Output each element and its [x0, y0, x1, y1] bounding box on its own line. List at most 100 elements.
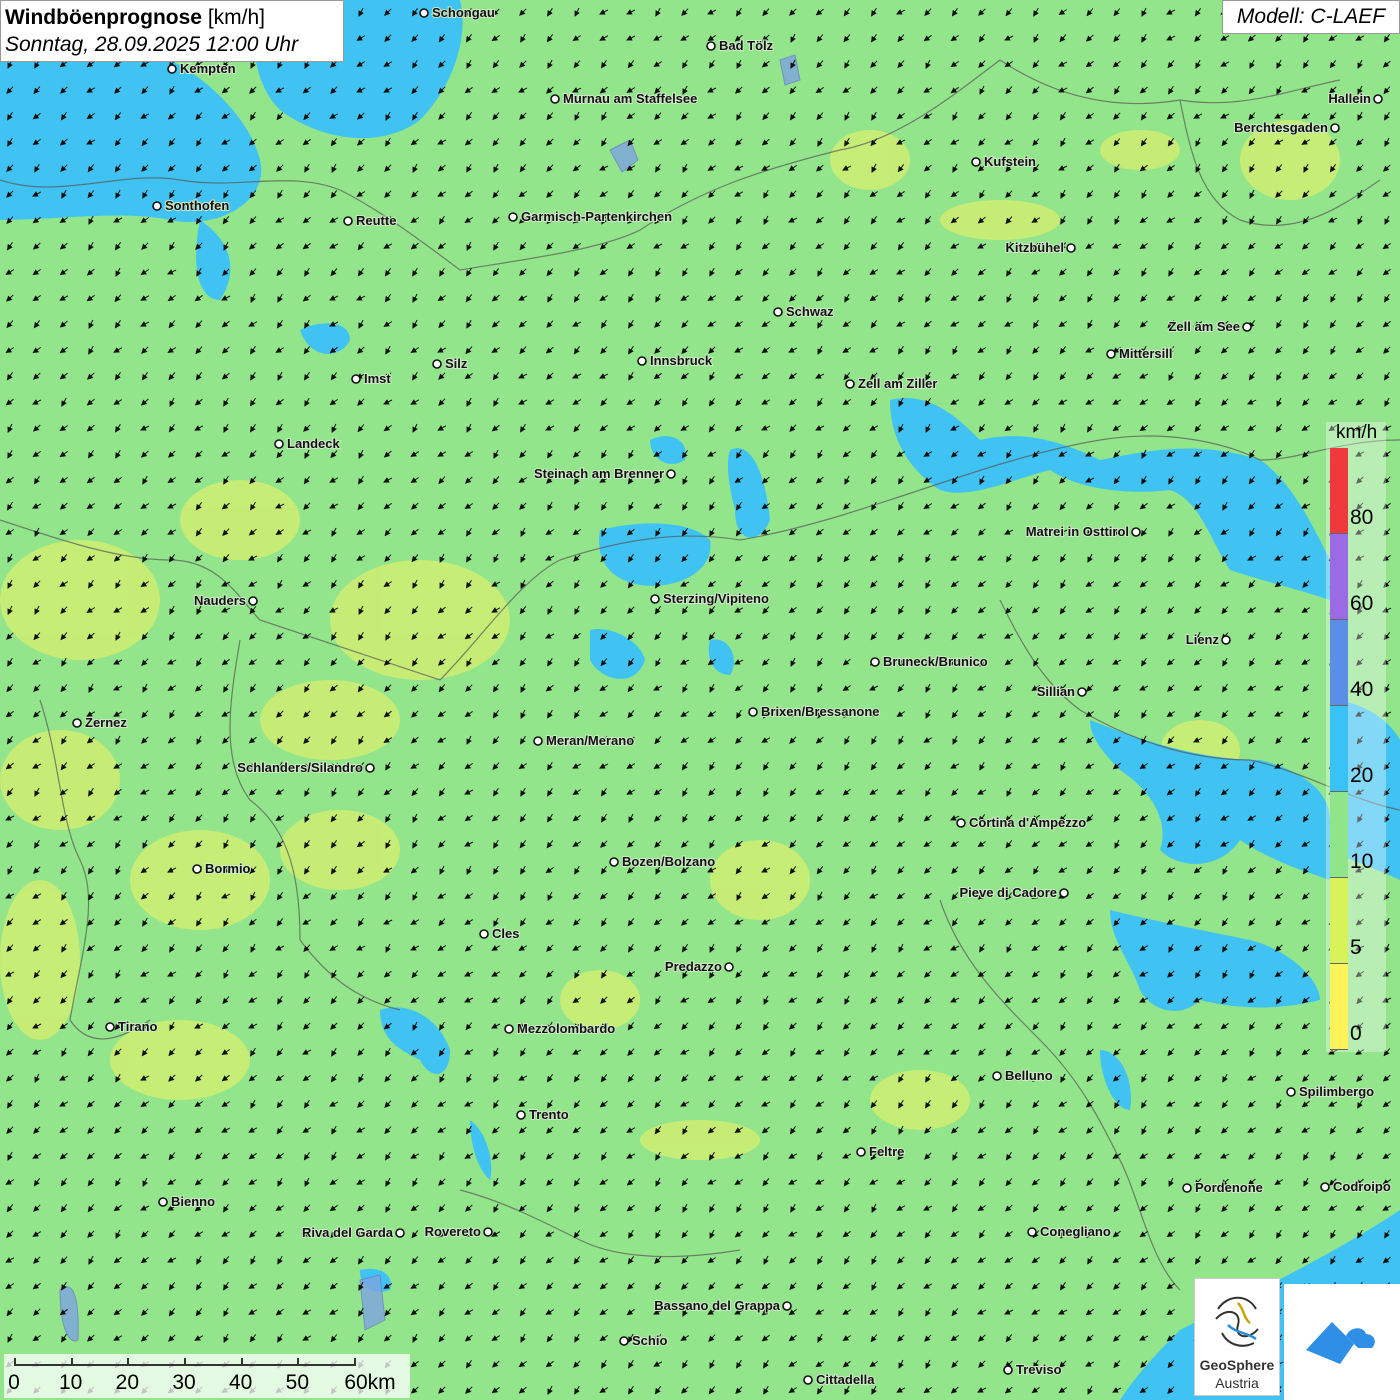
- city-marker: Zell am See: [1167, 318, 1252, 335]
- geosphere-country: Austria: [1215, 1375, 1259, 1391]
- city-dot: [351, 374, 361, 384]
- city-dot: [158, 1197, 168, 1207]
- city-label: Bienno: [171, 1194, 215, 1209]
- city-marker: Riva del Garda: [301, 1224, 405, 1241]
- city-dot: [782, 1301, 792, 1311]
- city-label: Landeck: [287, 436, 341, 451]
- city-label: Murnau am Staffelsee: [563, 91, 697, 106]
- city-label: Imst: [364, 371, 391, 386]
- city-marker: Schongau: [419, 4, 496, 21]
- city-dot: [1221, 635, 1231, 645]
- city-label: Cortina d'Ampezzo: [969, 815, 1086, 830]
- city-label: Kempten: [180, 61, 236, 76]
- city-label: Hallein: [1328, 91, 1371, 106]
- city-dot: [706, 41, 716, 51]
- geosphere-logo-icon: [1215, 1296, 1259, 1347]
- city-dot: [274, 439, 284, 449]
- city-dot: [72, 718, 82, 728]
- legend-unit: km/h: [1336, 422, 1378, 443]
- city-label: Kufstein: [984, 154, 1036, 169]
- scale-label: 30: [172, 1371, 196, 1394]
- city-marker: Meran/Merano: [533, 732, 635, 749]
- legend-tick-label: 20: [1350, 764, 1374, 787]
- legend-tick-label: 60: [1350, 592, 1374, 615]
- city-label: Garmisch-Partenkirchen: [521, 209, 672, 224]
- scale-label: 40: [228, 1371, 253, 1394]
- city-dot: [343, 216, 353, 226]
- city-marker: Cortina d'Ampezzo: [956, 814, 1087, 831]
- city-dot: [248, 596, 258, 606]
- legend-color-segment: [1330, 964, 1348, 1050]
- city-label: Cittadella: [816, 1372, 875, 1387]
- wind-gust-map[interactable]: Schongau Bad Tölz Kempten Murnau am Staffel…: [0, 0, 1400, 1400]
- city-dot: [724, 962, 734, 972]
- model-label: Modell: C-LAEF: [1222, 0, 1400, 34]
- city-label: Predazzo: [665, 959, 722, 974]
- city-label: Berchtesgaden: [1234, 120, 1328, 135]
- city-dot: [1242, 322, 1252, 332]
- city-dot: [479, 929, 489, 939]
- city-label: Belluno: [1005, 1068, 1053, 1083]
- city-marker: Bassano del Grappa: [653, 1297, 792, 1314]
- scale-label: 50: [285, 1371, 310, 1394]
- city-marker: Pordenone: [1182, 1179, 1264, 1196]
- city-label: Mezzolombardo: [517, 1021, 615, 1036]
- city-dot: [650, 594, 660, 604]
- legend-color-segment: [1330, 620, 1348, 706]
- city-label: Sillian: [1037, 684, 1075, 699]
- city-marker: Sterzing/Vipiteno: [650, 590, 770, 607]
- city-label: Nauders: [194, 593, 246, 608]
- city-label: Silz: [445, 356, 468, 371]
- city-dot: [365, 763, 375, 773]
- city-dot: [992, 1071, 1002, 1081]
- city-label: Bassano del Grappa: [654, 1298, 780, 1313]
- scale-tick: [127, 1358, 130, 1366]
- city-label: Treviso: [1016, 1362, 1062, 1377]
- city-label: Codroipo: [1333, 1179, 1391, 1194]
- geosphere-name: GeoSphere: [1199, 1357, 1275, 1373]
- city-dot: [550, 94, 560, 104]
- city-label: Zernez: [85, 715, 127, 730]
- city-dot: [1059, 888, 1069, 898]
- city-marker: Berchtesgaden: [1233, 119, 1340, 136]
- legend-color-segment: [1330, 534, 1348, 620]
- city-label: Mittersill: [1119, 346, 1172, 361]
- scale-label: 60km: [344, 1371, 396, 1394]
- legend-tick-label: 0: [1350, 1022, 1362, 1045]
- city-label: Zell am See: [1168, 319, 1240, 334]
- city-dot: [1131, 527, 1141, 537]
- legend-color-segment: [1330, 792, 1348, 878]
- legend-tick-label: 80: [1350, 506, 1374, 529]
- scale-label: 10: [58, 1371, 83, 1394]
- city-label: Cles: [492, 926, 519, 941]
- city-label: Matrei in Osttirol: [1026, 524, 1129, 539]
- mountain-cloud-icon: [1306, 1322, 1375, 1364]
- city-dot: [1003, 1365, 1013, 1375]
- city-dot: [609, 857, 619, 867]
- scale-tick: [240, 1358, 243, 1366]
- city-marker: Matrei in Osttirol: [1025, 523, 1141, 540]
- city-dot: [1330, 123, 1340, 133]
- geosphere-logo[interactable]: GeoSphere Austria: [1194, 1278, 1280, 1396]
- title-panel: Windböenprognose [km/h] Sonntag, 28.09.2…: [0, 0, 344, 62]
- legend-color-segment: [1330, 878, 1348, 964]
- city-label: Sonthofen: [165, 198, 229, 213]
- city-dot: [516, 1110, 526, 1120]
- city-label: Conegliano: [1040, 1224, 1111, 1239]
- app-logo[interactable]: [1284, 1284, 1400, 1400]
- city-marker: Spilimbergo: [1286, 1083, 1375, 1100]
- city-dot: [971, 157, 981, 167]
- city-dot: [856, 1147, 866, 1157]
- city-dot: [619, 1336, 629, 1346]
- city-label: Reutte: [356, 213, 396, 228]
- city-dot: [956, 818, 966, 828]
- city-dot: [192, 864, 202, 874]
- city-label: Meran/Merano: [546, 733, 634, 748]
- city-label: Schongau: [432, 5, 495, 20]
- legend-color-segment: [1330, 706, 1348, 792]
- city-dot: [1182, 1183, 1192, 1193]
- city-dot: [508, 212, 518, 222]
- city-marker: Mezzolombardo: [504, 1020, 616, 1037]
- city-label: Bad Tölz: [719, 38, 774, 53]
- city-dot: [1106, 349, 1116, 359]
